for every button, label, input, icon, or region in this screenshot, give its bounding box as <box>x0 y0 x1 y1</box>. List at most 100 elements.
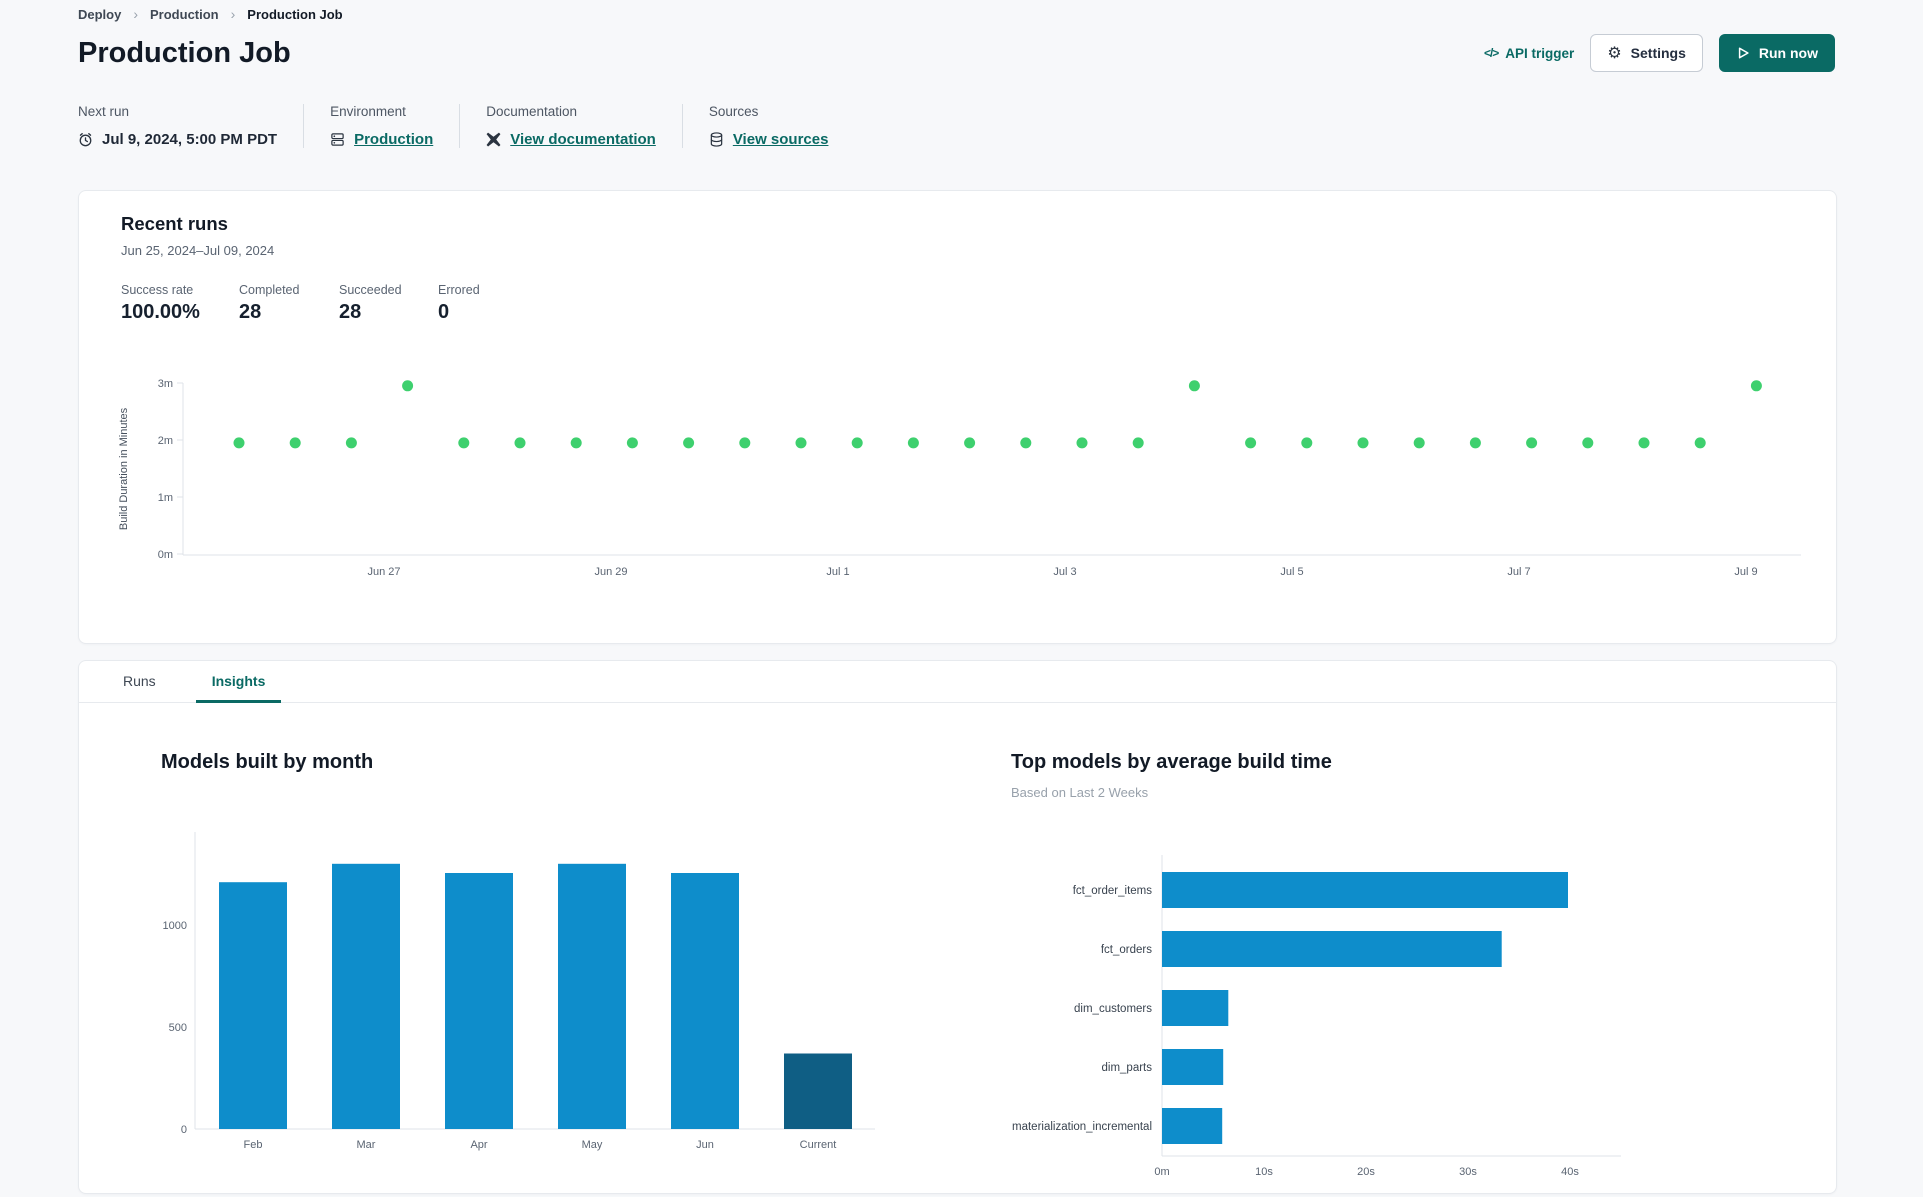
run-dot[interactable] <box>907 437 919 449</box>
api-trigger-link[interactable]: </> API trigger <box>1484 46 1574 61</box>
run-dot[interactable] <box>1132 437 1144 449</box>
run-dot[interactable] <box>1301 437 1313 449</box>
run-dot[interactable] <box>1245 437 1257 449</box>
next-run-label: Next run <box>78 104 130 119</box>
header-actions: </> API trigger ⚙ Settings Run now <box>1484 34 1835 72</box>
svg-text:Current: Current <box>800 1139 837 1151</box>
recent-runs-date-range: Jun 25, 2024–Jul 09, 2024 <box>121 243 275 258</box>
svg-text:0: 0 <box>181 1124 187 1136</box>
breadcrumb: Deploy › Production › Production Job <box>78 6 343 22</box>
environment-link[interactable]: Production <box>354 131 433 148</box>
svg-text:40s: 40s <box>1561 1166 1579 1178</box>
gear-icon: ⚙ <box>1607 43 1622 62</box>
run-dot[interactable] <box>739 437 751 449</box>
job-tabs: Runs Insights <box>79 661 1836 703</box>
recent-runs-title: Recent runs <box>121 213 228 234</box>
top-models-chart: 0m 10s 20s 30s 40s fct_order_items fct_ordersd… <box>1012 855 1621 1178</box>
top-models-title: Top models by average build time <box>1011 751 1332 773</box>
tab-runs[interactable]: Runs <box>107 661 172 703</box>
meta-documentation: Documentation View documentation <box>486 104 683 148</box>
svg-text:Build Duration in Minutes: Build Duration in Minutes <box>118 407 130 530</box>
models-by-month-title: Models built by month <box>161 751 374 773</box>
tab-insights[interactable]: Insights <box>195 661 282 703</box>
run-dot[interactable] <box>626 437 638 449</box>
page-header: Production Job </> API trigger ⚙ Setting… <box>78 34 1835 72</box>
settings-button[interactable]: ⚙ Settings <box>1590 34 1703 72</box>
svg-text:2m: 2m <box>158 435 173 447</box>
run-dot[interactable] <box>795 437 807 449</box>
breadcrumb-deploy[interactable]: Deploy <box>78 7 121 22</box>
meta-environment: Environment Production <box>330 104 461 148</box>
play-icon <box>1736 46 1750 60</box>
run-dot[interactable] <box>1638 437 1650 449</box>
insights-card: Runs Insights Models built by month 0 500… <box>78 660 1837 1194</box>
svg-text:Jul 5: Jul 5 <box>1280 566 1303 578</box>
month-bar-jun <box>671 873 739 1129</box>
run-dot[interactable] <box>683 437 695 449</box>
svg-text:Apr: Apr <box>470 1139 487 1151</box>
database-icon <box>709 132 724 147</box>
svg-text:May: May <box>582 1139 603 1151</box>
stat-success-rate: Success rate 100.00% <box>121 283 200 323</box>
svg-text:Jul 7: Jul 7 <box>1507 566 1530 578</box>
svg-text:3m: 3m <box>158 378 173 390</box>
run-dot[interactable] <box>1750 380 1762 392</box>
run-dot[interactable] <box>1413 437 1425 449</box>
run-dot[interactable] <box>402 380 414 392</box>
svg-text:Mar: Mar <box>357 1139 376 1151</box>
view-sources-link[interactable]: View sources <box>733 131 829 148</box>
run-dot[interactable] <box>514 437 526 449</box>
run-dot[interactable] <box>1076 437 1088 449</box>
run-dot[interactable] <box>458 437 470 449</box>
recent-runs-card: Recent runs Jun 25, 2024–Jul 09, 2024 Su… <box>78 190 1837 644</box>
meta-sources: Sources View sources <box>709 104 855 148</box>
svg-text:materialization_incremental: materialization_incremental <box>1012 1121 1152 1133</box>
run-dot[interactable] <box>345 437 357 449</box>
recent-runs-stats: Success rate 100.00% Completed 28 Succee… <box>121 283 518 324</box>
run-dot[interactable] <box>1020 437 1032 449</box>
svg-text:dim_parts: dim_parts <box>1102 1062 1153 1074</box>
svg-text:fct_order_items: fct_order_items <box>1073 885 1153 897</box>
run-dot[interactable] <box>1357 437 1369 449</box>
run-dot[interactable] <box>1188 380 1200 392</box>
svg-text:500: 500 <box>169 1022 187 1034</box>
models-by-month-chart: 0 500 1000 Feb Mar Apr May Jun Current <box>163 832 875 1151</box>
view-documentation-link[interactable]: View documentation <box>510 131 656 148</box>
svg-text:1000: 1000 <box>163 920 187 932</box>
svg-text:Jul 9: Jul 9 <box>1734 566 1757 578</box>
run-dot[interactable] <box>1526 437 1538 449</box>
api-trigger-label: API trigger <box>1505 45 1575 61</box>
breadcrumb-separator: › <box>230 6 236 22</box>
month-bar-may <box>558 863 626 1129</box>
run-dot[interactable] <box>1694 437 1706 449</box>
run-dot[interactable] <box>1469 437 1481 449</box>
environment-icon <box>330 132 345 147</box>
svg-text:dim_customers: dim_customers <box>1074 1003 1152 1015</box>
run-dot[interactable] <box>1582 437 1594 449</box>
svg-text:Jun 27: Jun 27 <box>367 566 400 578</box>
svg-text:Jul 3: Jul 3 <box>1053 566 1076 578</box>
stat-completed: Completed 28 <box>239 283 300 323</box>
svg-text:Jun 29: Jun 29 <box>594 566 627 578</box>
meta-next-run: Next run Jul 9, 2024, 5:00 PM PDT <box>78 104 305 148</box>
run-dot[interactable] <box>851 437 863 449</box>
documentation-label: Documentation <box>486 104 578 119</box>
run-dot[interactable] <box>289 437 301 449</box>
model-bar-dim_parts <box>1162 1049 1224 1085</box>
run-now-button[interactable]: Run now <box>1718 34 1835 72</box>
dbt-logo-icon <box>486 132 501 147</box>
run-dot[interactable] <box>570 437 582 449</box>
insights-panel: Models built by month 0 500 1000 Feb Mar Apr M… <box>79 703 1836 1192</box>
settings-label: Settings <box>1630 45 1686 61</box>
breadcrumb-production[interactable]: Production <box>150 7 219 22</box>
run-dot[interactable] <box>964 437 976 449</box>
svg-text:0m: 0m <box>1154 1166 1169 1178</box>
run-duration-chart: Build Duration in Minutes 0m 1m 2m 3m Jun 27 J… <box>118 378 1801 578</box>
top-models-subtitle: Based on Last 2 Weeks <box>1011 785 1149 800</box>
model-bar-dim_customers <box>1162 990 1229 1026</box>
svg-text:1m: 1m <box>158 492 173 504</box>
run-dot[interactable] <box>233 437 245 449</box>
month-bar-apr <box>445 873 513 1129</box>
stat-succeeded: Succeeded 28 <box>339 283 402 323</box>
breadcrumb-separator: › <box>133 6 139 22</box>
